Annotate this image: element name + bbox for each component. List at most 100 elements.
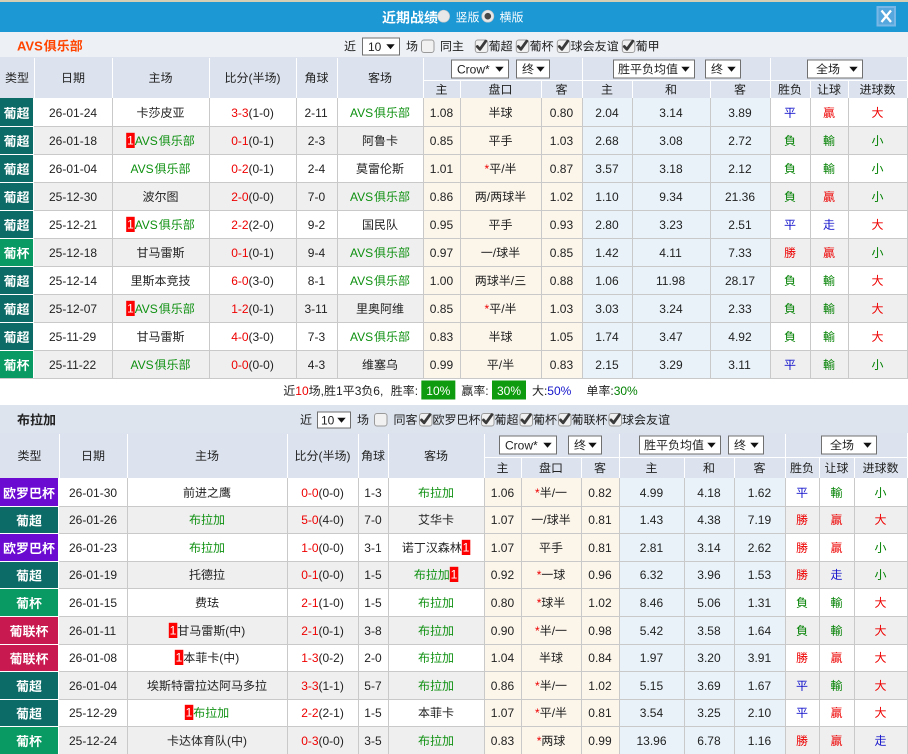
svg-text:4.18: 4.18: [697, 486, 721, 500]
svg-text:7-0: 7-0: [308, 190, 326, 204]
svg-text:4.38: 4.38: [697, 513, 721, 527]
svg-text:2-1: 2-1: [301, 624, 319, 638]
svg-text:30%: 30%: [497, 384, 521, 398]
svg-text:1.10: 1.10: [595, 190, 619, 204]
svg-text:(0-0): (0-0): [249, 190, 274, 204]
svg-text:1-2: 1-2: [231, 302, 249, 316]
svg-text:28.17: 28.17: [725, 274, 755, 288]
svg-text:3.89: 3.89: [728, 106, 752, 120]
svg-text:6.78: 6.78: [697, 734, 721, 748]
svg-text:0.82: 0.82: [588, 486, 612, 500]
svg-text:(0-0): (0-0): [319, 486, 344, 500]
svg-text:7.19: 7.19: [748, 513, 772, 527]
svg-text:1.67: 1.67: [748, 679, 772, 693]
svg-text:26-01-18: 26-01-18: [49, 134, 97, 148]
svg-text:25-11-29: 25-11-29: [49, 330, 96, 344]
svg-text:25-12-29: 25-12-29: [69, 706, 117, 720]
svg-text:1: 1: [127, 134, 134, 148]
svg-text:2.72: 2.72: [728, 134, 752, 148]
svg-text:): ): [347, 449, 351, 463]
svg-text:10%: 10%: [426, 384, 450, 398]
svg-text:2-4: 2-4: [308, 162, 326, 176]
svg-text:1-5: 1-5: [364, 596, 382, 610]
svg-text:0.88: 0.88: [550, 274, 574, 288]
svg-text:10: 10: [295, 384, 309, 398]
svg-text:1.53: 1.53: [748, 568, 772, 582]
svg-text:1.07: 1.07: [491, 513, 515, 527]
svg-text:1.74: 1.74: [595, 330, 619, 344]
svg-text:8.46: 8.46: [640, 596, 664, 610]
svg-text:2.68: 2.68: [595, 134, 619, 148]
svg-text:AVS: AVS: [350, 330, 373, 344]
svg-text:(3-0): (3-0): [249, 274, 274, 288]
svg-text:(2-0): (2-0): [249, 218, 274, 232]
svg-text:2-0: 2-0: [231, 190, 249, 204]
svg-text:13.96: 13.96: [637, 734, 667, 748]
svg-text:1.31: 1.31: [748, 596, 772, 610]
svg-text:1-3: 1-3: [364, 486, 382, 500]
svg-text:0.93: 0.93: [550, 218, 574, 232]
svg-text:0-2: 0-2: [231, 162, 249, 176]
svg-text:0.81: 0.81: [588, 541, 612, 555]
svg-text:2-0: 2-0: [364, 651, 382, 665]
svg-text:5.06: 5.06: [697, 596, 721, 610]
svg-text:1-5: 1-5: [364, 706, 382, 720]
svg-text:8-1: 8-1: [308, 274, 326, 288]
svg-text:(0-0): (0-0): [319, 541, 344, 555]
svg-text:*: *: [485, 162, 490, 176]
svg-text:0.99: 0.99: [588, 734, 612, 748]
svg-text:(: (: [319, 449, 323, 463]
svg-text:*: *: [535, 706, 540, 720]
svg-text:25-12-07: 25-12-07: [49, 302, 97, 316]
svg-text:Crow*: Crow*: [457, 62, 490, 76]
svg-text:2.80: 2.80: [595, 218, 619, 232]
svg-text:3-3: 3-3: [231, 106, 249, 120]
svg-text:1.42: 1.42: [595, 246, 619, 260]
svg-text:1.02: 1.02: [588, 679, 612, 693]
svg-text:2-1: 2-1: [301, 596, 319, 610]
svg-text:(3-0): (3-0): [249, 330, 274, 344]
svg-text:(1-0): (1-0): [319, 596, 344, 610]
svg-text:10: 10: [368, 40, 382, 54]
svg-text:AVS: AVS: [135, 218, 158, 232]
svg-text:0.81: 0.81: [588, 706, 612, 720]
svg-text:0.87: 0.87: [550, 162, 574, 176]
svg-text:5.42: 5.42: [640, 624, 664, 638]
svg-text:3.03: 3.03: [595, 302, 619, 316]
svg-text:3.18: 3.18: [659, 162, 683, 176]
svg-text:3.54: 3.54: [640, 706, 664, 720]
svg-text:0.92: 0.92: [491, 568, 515, 582]
svg-text:2-3: 2-3: [308, 134, 326, 148]
svg-text:AVS: AVS: [135, 134, 158, 148]
svg-text::: :: [485, 384, 488, 398]
svg-text:1.02: 1.02: [550, 190, 574, 204]
svg-text:(1-1): (1-1): [319, 679, 344, 693]
svg-text:3.08: 3.08: [659, 134, 683, 148]
svg-text:(4-0): (4-0): [319, 513, 344, 527]
svg-text:1.05: 1.05: [550, 330, 574, 344]
svg-text:3.47: 3.47: [659, 330, 683, 344]
svg-text:26-01-08: 26-01-08: [69, 651, 117, 665]
svg-text:1.08: 1.08: [430, 106, 454, 120]
svg-text:0.85: 0.85: [550, 246, 574, 260]
svg-text:0-3: 0-3: [301, 734, 319, 748]
svg-text:Crow*: Crow*: [505, 438, 538, 452]
svg-text:AVS: AVS: [350, 274, 373, 288]
svg-text:25-12-30: 25-12-30: [49, 190, 97, 204]
svg-text:0.99: 0.99: [430, 358, 454, 372]
svg-text:1-5: 1-5: [364, 568, 382, 582]
svg-text:3.96: 3.96: [697, 568, 721, 582]
svg-text:0.84: 0.84: [588, 651, 612, 665]
svg-text:4-0: 4-0: [231, 330, 249, 344]
svg-text:2.51: 2.51: [728, 218, 752, 232]
svg-text:(2-1): (2-1): [319, 706, 344, 720]
svg-text:2.04: 2.04: [595, 106, 619, 120]
svg-text:3.91: 3.91: [748, 651, 772, 665]
svg-text:AVS: AVS: [350, 106, 373, 120]
svg-text:0.80: 0.80: [550, 106, 574, 120]
svg-text:25-12-24: 25-12-24: [69, 734, 117, 748]
svg-text:1.62: 1.62: [748, 486, 772, 500]
svg-text:1: 1: [336, 384, 343, 398]
svg-text:0.90: 0.90: [491, 624, 515, 638]
svg-text:26-01-04: 26-01-04: [49, 162, 97, 176]
